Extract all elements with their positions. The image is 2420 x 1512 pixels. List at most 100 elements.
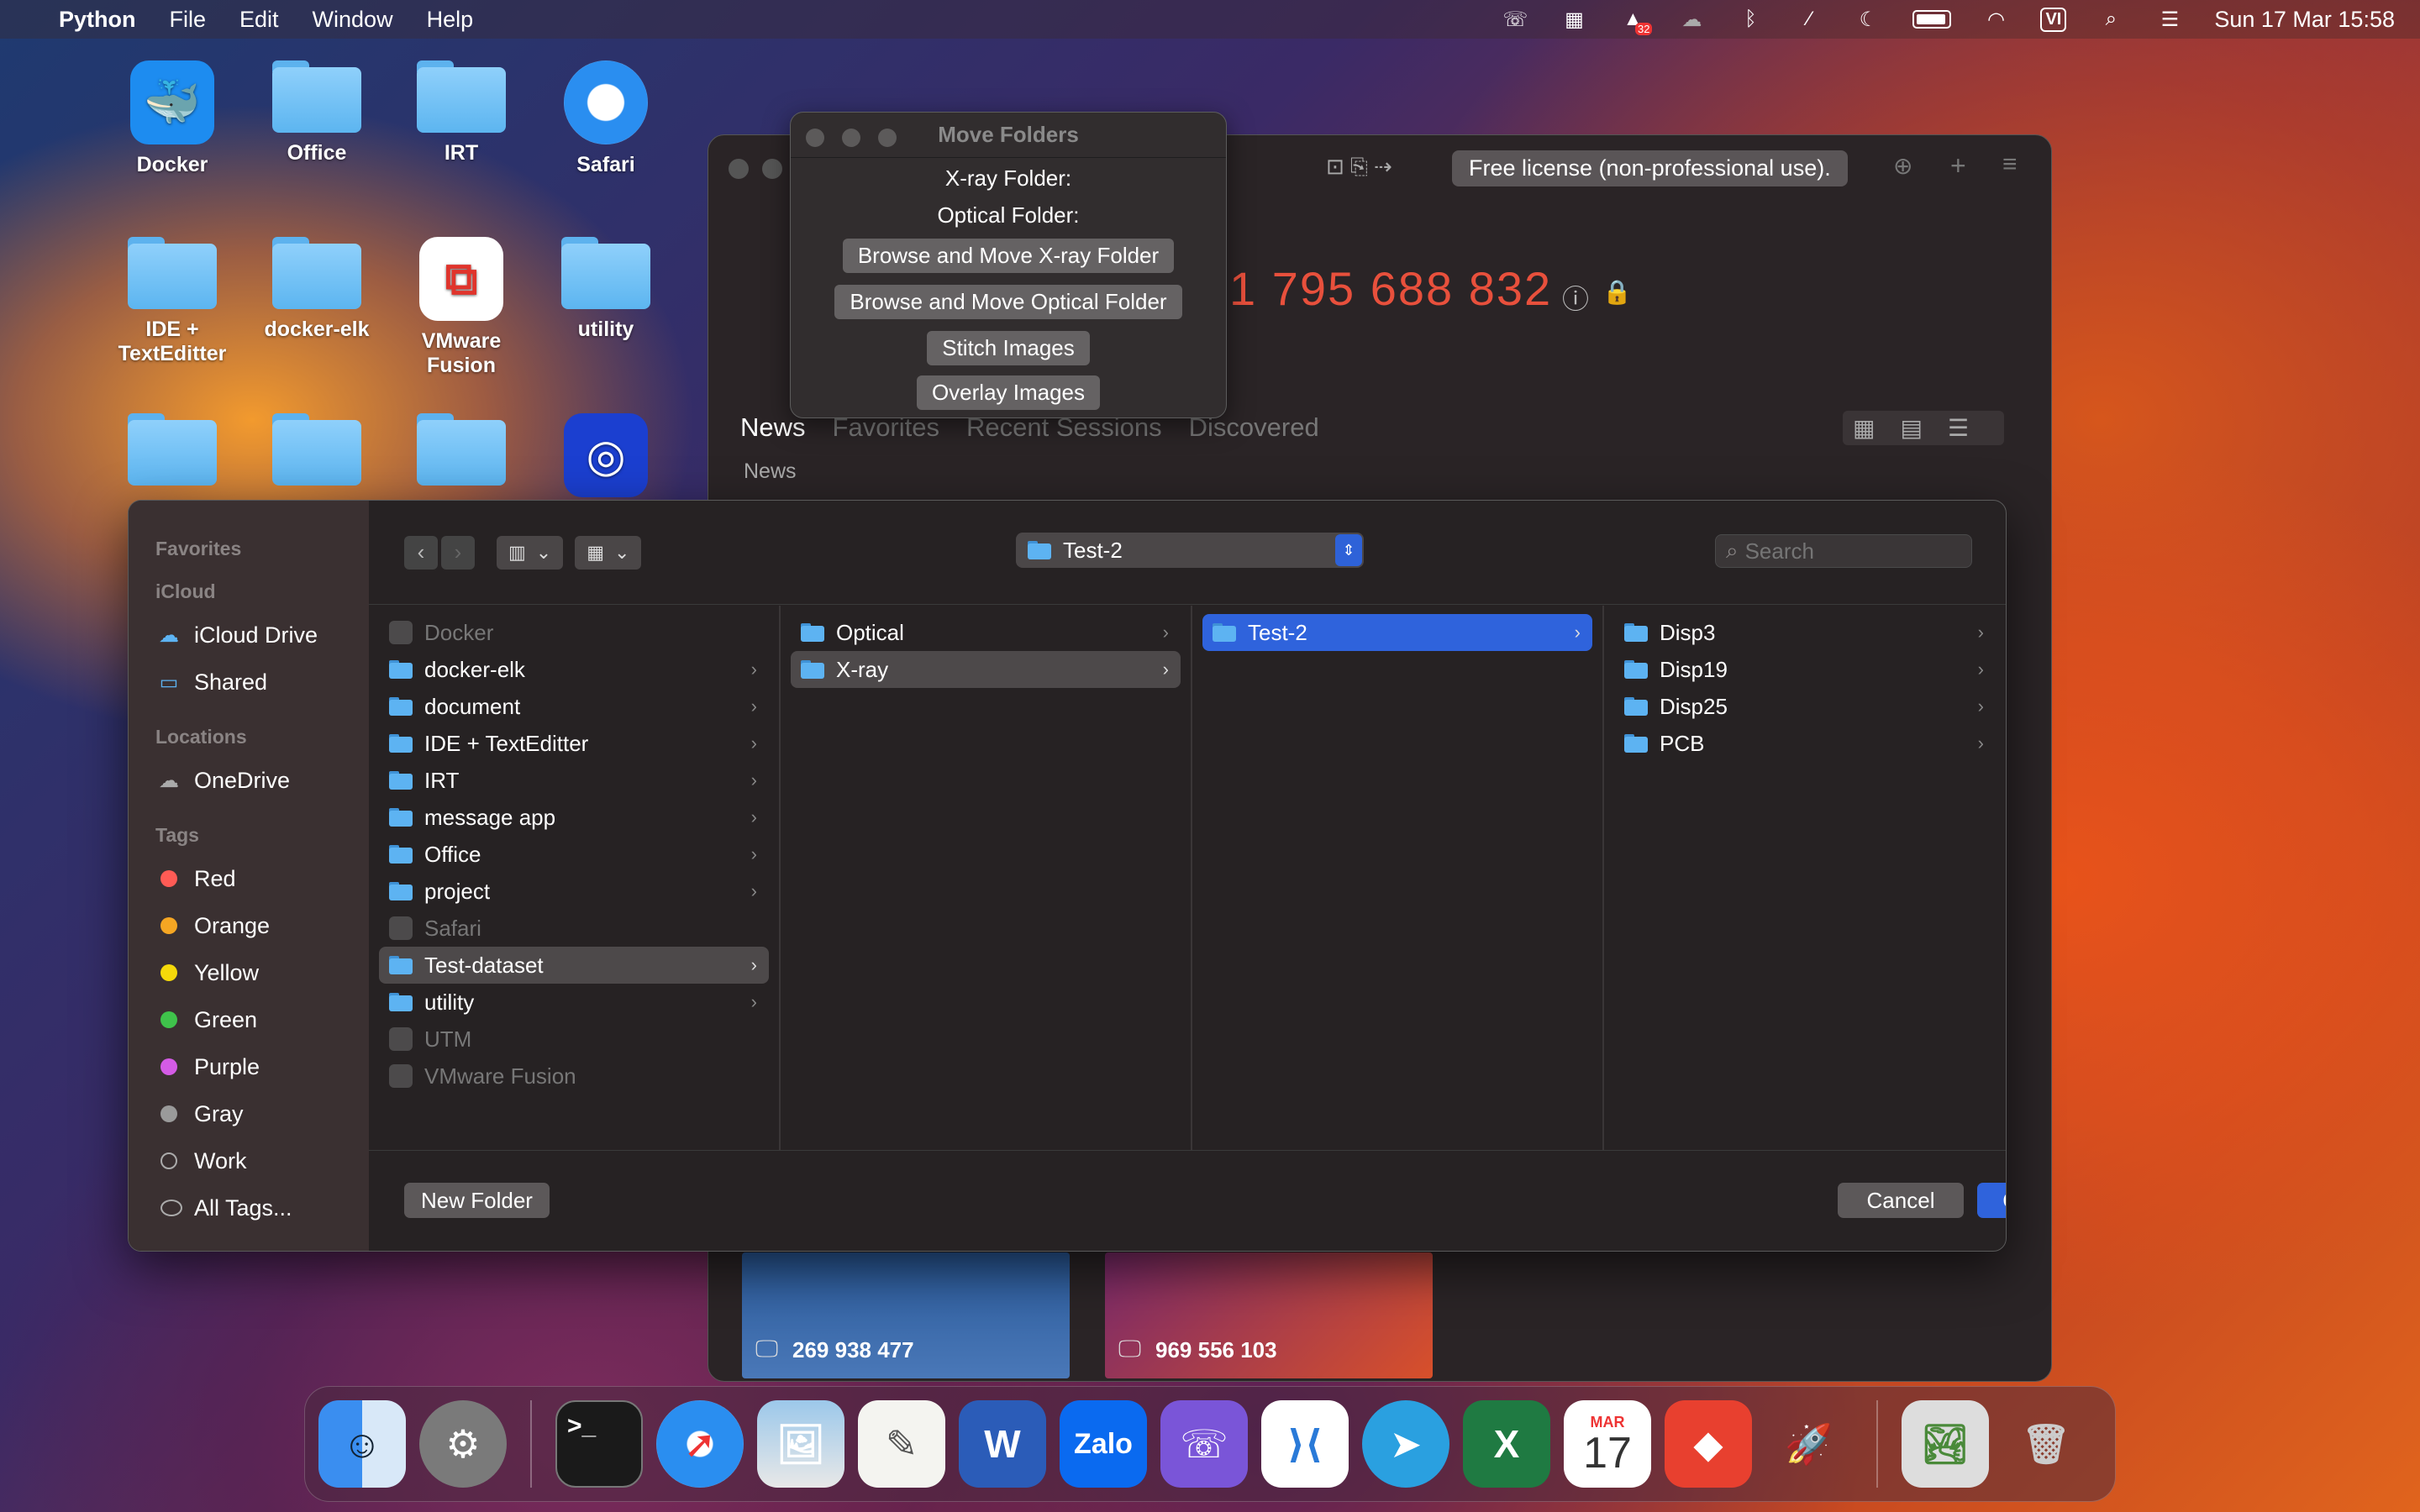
sidebar-tag-item[interactable]: All Tags... bbox=[129, 1184, 369, 1231]
sidebar-tag-item[interactable]: Work bbox=[129, 1137, 369, 1184]
zoom-button[interactable] bbox=[878, 129, 897, 147]
file-row[interactable]: IRT › bbox=[379, 762, 769, 799]
wifi-icon[interactable]: ◠ bbox=[1981, 8, 2010, 31]
dock-telegram[interactable]: ➤ bbox=[1362, 1400, 1449, 1488]
desktop-icon-folder[interactable] bbox=[109, 413, 235, 494]
sidebar-item-onedrive[interactable]: ☁ OneDrive bbox=[129, 757, 369, 804]
desktop-icon-folder[interactable] bbox=[254, 413, 380, 494]
choose-button[interactable]: Choose bbox=[1977, 1183, 2006, 1218]
info-icon[interactable]: ⓘ bbox=[1562, 278, 1589, 317]
file-row[interactable]: VMware Fusion bbox=[379, 1058, 769, 1095]
minimize-button[interactable] bbox=[842, 129, 861, 147]
dock-python-launcher[interactable]: 🚀 bbox=[1765, 1400, 1853, 1488]
menu-window[interactable]: Window bbox=[313, 7, 393, 33]
download-icon[interactable]: ⊕ bbox=[1893, 152, 1912, 180]
desktop-icon-safari[interactable]: Safari bbox=[543, 60, 669, 177]
toolbar-icons[interactable]: ⊡ ⎘ ⇢ bbox=[1326, 154, 1392, 181]
mute-status-icon[interactable]: ⁄ bbox=[1795, 8, 1823, 30]
file-row[interactable]: message app › bbox=[379, 799, 769, 836]
dock-photos-stack[interactable]: 🏞 bbox=[1902, 1400, 1989, 1488]
file-row[interactable]: UTM bbox=[379, 1021, 769, 1058]
desktop-icon-folder[interactable] bbox=[398, 413, 524, 494]
dock-zalo[interactable]: Zalo bbox=[1060, 1400, 1147, 1488]
cloud-status-icon[interactable]: ☁ bbox=[1677, 8, 1706, 31]
sidebar-tag-item[interactable]: Purple bbox=[129, 1043, 369, 1090]
file-row[interactable]: utility › bbox=[379, 984, 769, 1021]
dock-trash[interactable]: 🗑 bbox=[2002, 1400, 2090, 1488]
dock-word[interactable]: W bbox=[959, 1400, 1046, 1488]
file-row[interactable]: Disp19 › bbox=[1614, 651, 1996, 688]
file-row[interactable]: Disp25 › bbox=[1614, 688, 1996, 725]
sidebar-tag-item[interactable]: Green bbox=[129, 996, 369, 1043]
file-row[interactable]: docker-elk › bbox=[379, 651, 769, 688]
dock-finder[interactable]: ☺ bbox=[318, 1400, 406, 1488]
moon-icon[interactable]: ☾ bbox=[1854, 8, 1882, 31]
session-tile[interactable]: 🖵 969 556 103 bbox=[1105, 1252, 1433, 1378]
viber-status-icon[interactable]: ☏ bbox=[1501, 8, 1529, 31]
bluetooth-status-icon[interactable]: ᛒ bbox=[1736, 8, 1765, 30]
session-tile[interactable]: 🖵 269 938 477 bbox=[742, 1252, 1070, 1378]
keyboard-status-icon[interactable]: ▦ bbox=[1560, 8, 1588, 31]
dock-excel[interactable]: X bbox=[1463, 1400, 1550, 1488]
desktop-icon-irt[interactable]: IRT bbox=[398, 60, 524, 165]
group-view-button[interactable]: ▦ ⌄ bbox=[575, 535, 642, 570]
search-input[interactable] bbox=[1744, 538, 1947, 564]
cancel-button[interactable]: Cancel bbox=[1838, 1183, 1964, 1218]
file-row[interactable]: PCB › bbox=[1614, 725, 1996, 762]
file-row[interactable]: Safari bbox=[379, 910, 769, 947]
sidebar-item-icloud-drive[interactable]: ☁ iCloud Drive bbox=[129, 612, 369, 659]
file-row[interactable]: IDE + TextEditter › bbox=[379, 725, 769, 762]
dock-viber[interactable]: ☏ bbox=[1160, 1400, 1248, 1488]
file-row[interactable]: Office › bbox=[379, 836, 769, 873]
lock-icon[interactable]: 🔒 bbox=[1602, 278, 1632, 306]
sidebar-item-shared[interactable]: ▭ Shared bbox=[129, 659, 369, 706]
dock-anydesk[interactable]: ◆ bbox=[1665, 1400, 1752, 1488]
control-center-icon[interactable]: ☰ bbox=[2155, 8, 2184, 31]
desktop-icon-vmware[interactable]: ⧉ VMware Fusion bbox=[398, 237, 524, 378]
search-field[interactable]: ⌕ bbox=[1715, 534, 1972, 568]
file-row[interactable]: X-ray › bbox=[791, 651, 1181, 688]
close-button[interactable] bbox=[729, 159, 749, 179]
dock-terminal[interactable]: >_ bbox=[555, 1400, 643, 1488]
minimize-button[interactable] bbox=[762, 159, 782, 179]
new-folder-button[interactable]: New Folder bbox=[404, 1183, 550, 1218]
forward-button[interactable]: › bbox=[441, 535, 475, 570]
file-row[interactable]: Docker bbox=[379, 614, 769, 651]
menu-clock[interactable]: Sun 17 Mar 15:58 bbox=[2214, 7, 2395, 33]
file-row[interactable]: Test-2 › bbox=[1202, 614, 1592, 651]
sidebar-tag-item[interactable]: Gray bbox=[129, 1090, 369, 1137]
close-button[interactable] bbox=[806, 129, 824, 147]
add-icon[interactable]: + bbox=[1950, 150, 1966, 181]
menu-help[interactable]: Help bbox=[427, 7, 474, 33]
desktop-icon-docker-elk[interactable]: docker-elk bbox=[254, 237, 380, 342]
file-row[interactable]: Disp3 › bbox=[1614, 614, 1996, 651]
path-popup[interactable]: Test-2 ⇕ bbox=[1016, 533, 1364, 568]
menu-edit[interactable]: Edit bbox=[239, 7, 279, 33]
dock-calendar[interactable]: MAR 17 bbox=[1564, 1400, 1651, 1488]
battery-icon[interactable] bbox=[1912, 10, 1952, 29]
sidebar-tag-item[interactable]: Red bbox=[129, 855, 369, 902]
overlay-images-button[interactable]: Overlay Images bbox=[916, 375, 1101, 410]
sidebar-tag-item[interactable]: Yellow bbox=[129, 949, 369, 996]
badge-status-icon[interactable]: ▲ 32 bbox=[1618, 8, 1653, 35]
dock-system-settings[interactable]: ⚙ bbox=[419, 1400, 507, 1488]
dock-vscode[interactable]: ⟩⟨ bbox=[1261, 1400, 1349, 1488]
sidebar-tag-item[interactable]: Orange bbox=[129, 902, 369, 949]
desktop-icon-utm[interactable]: ◎ bbox=[543, 413, 669, 506]
dock-textedit[interactable]: ✎ bbox=[858, 1400, 945, 1488]
file-row[interactable]: Test-dataset › bbox=[379, 947, 769, 984]
column-view-button[interactable]: ▥ ⌄ bbox=[497, 535, 564, 570]
browse-xray-button[interactable]: Browse and Move X-ray Folder bbox=[842, 239, 1175, 273]
view-mode-toggle[interactable]: ▦▤☰ bbox=[1843, 411, 2005, 445]
menu-app-name[interactable]: Python bbox=[59, 7, 136, 33]
desktop-icon-utility[interactable]: utility bbox=[543, 237, 669, 342]
stitch-images-button[interactable]: Stitch Images bbox=[927, 331, 1090, 365]
input-source-indicator[interactable]: VI bbox=[2040, 7, 2067, 32]
dock-safari[interactable]: ➚ bbox=[656, 1400, 744, 1488]
menu-icon[interactable]: ≡ bbox=[2002, 150, 2018, 179]
browse-optical-button[interactable]: Browse and Move Optical Folder bbox=[834, 285, 1182, 319]
desktop-icon-office[interactable]: Office bbox=[254, 60, 380, 165]
file-row[interactable]: document › bbox=[379, 688, 769, 725]
file-row[interactable]: project › bbox=[379, 873, 769, 910]
back-button[interactable]: ‹ bbox=[404, 535, 438, 570]
